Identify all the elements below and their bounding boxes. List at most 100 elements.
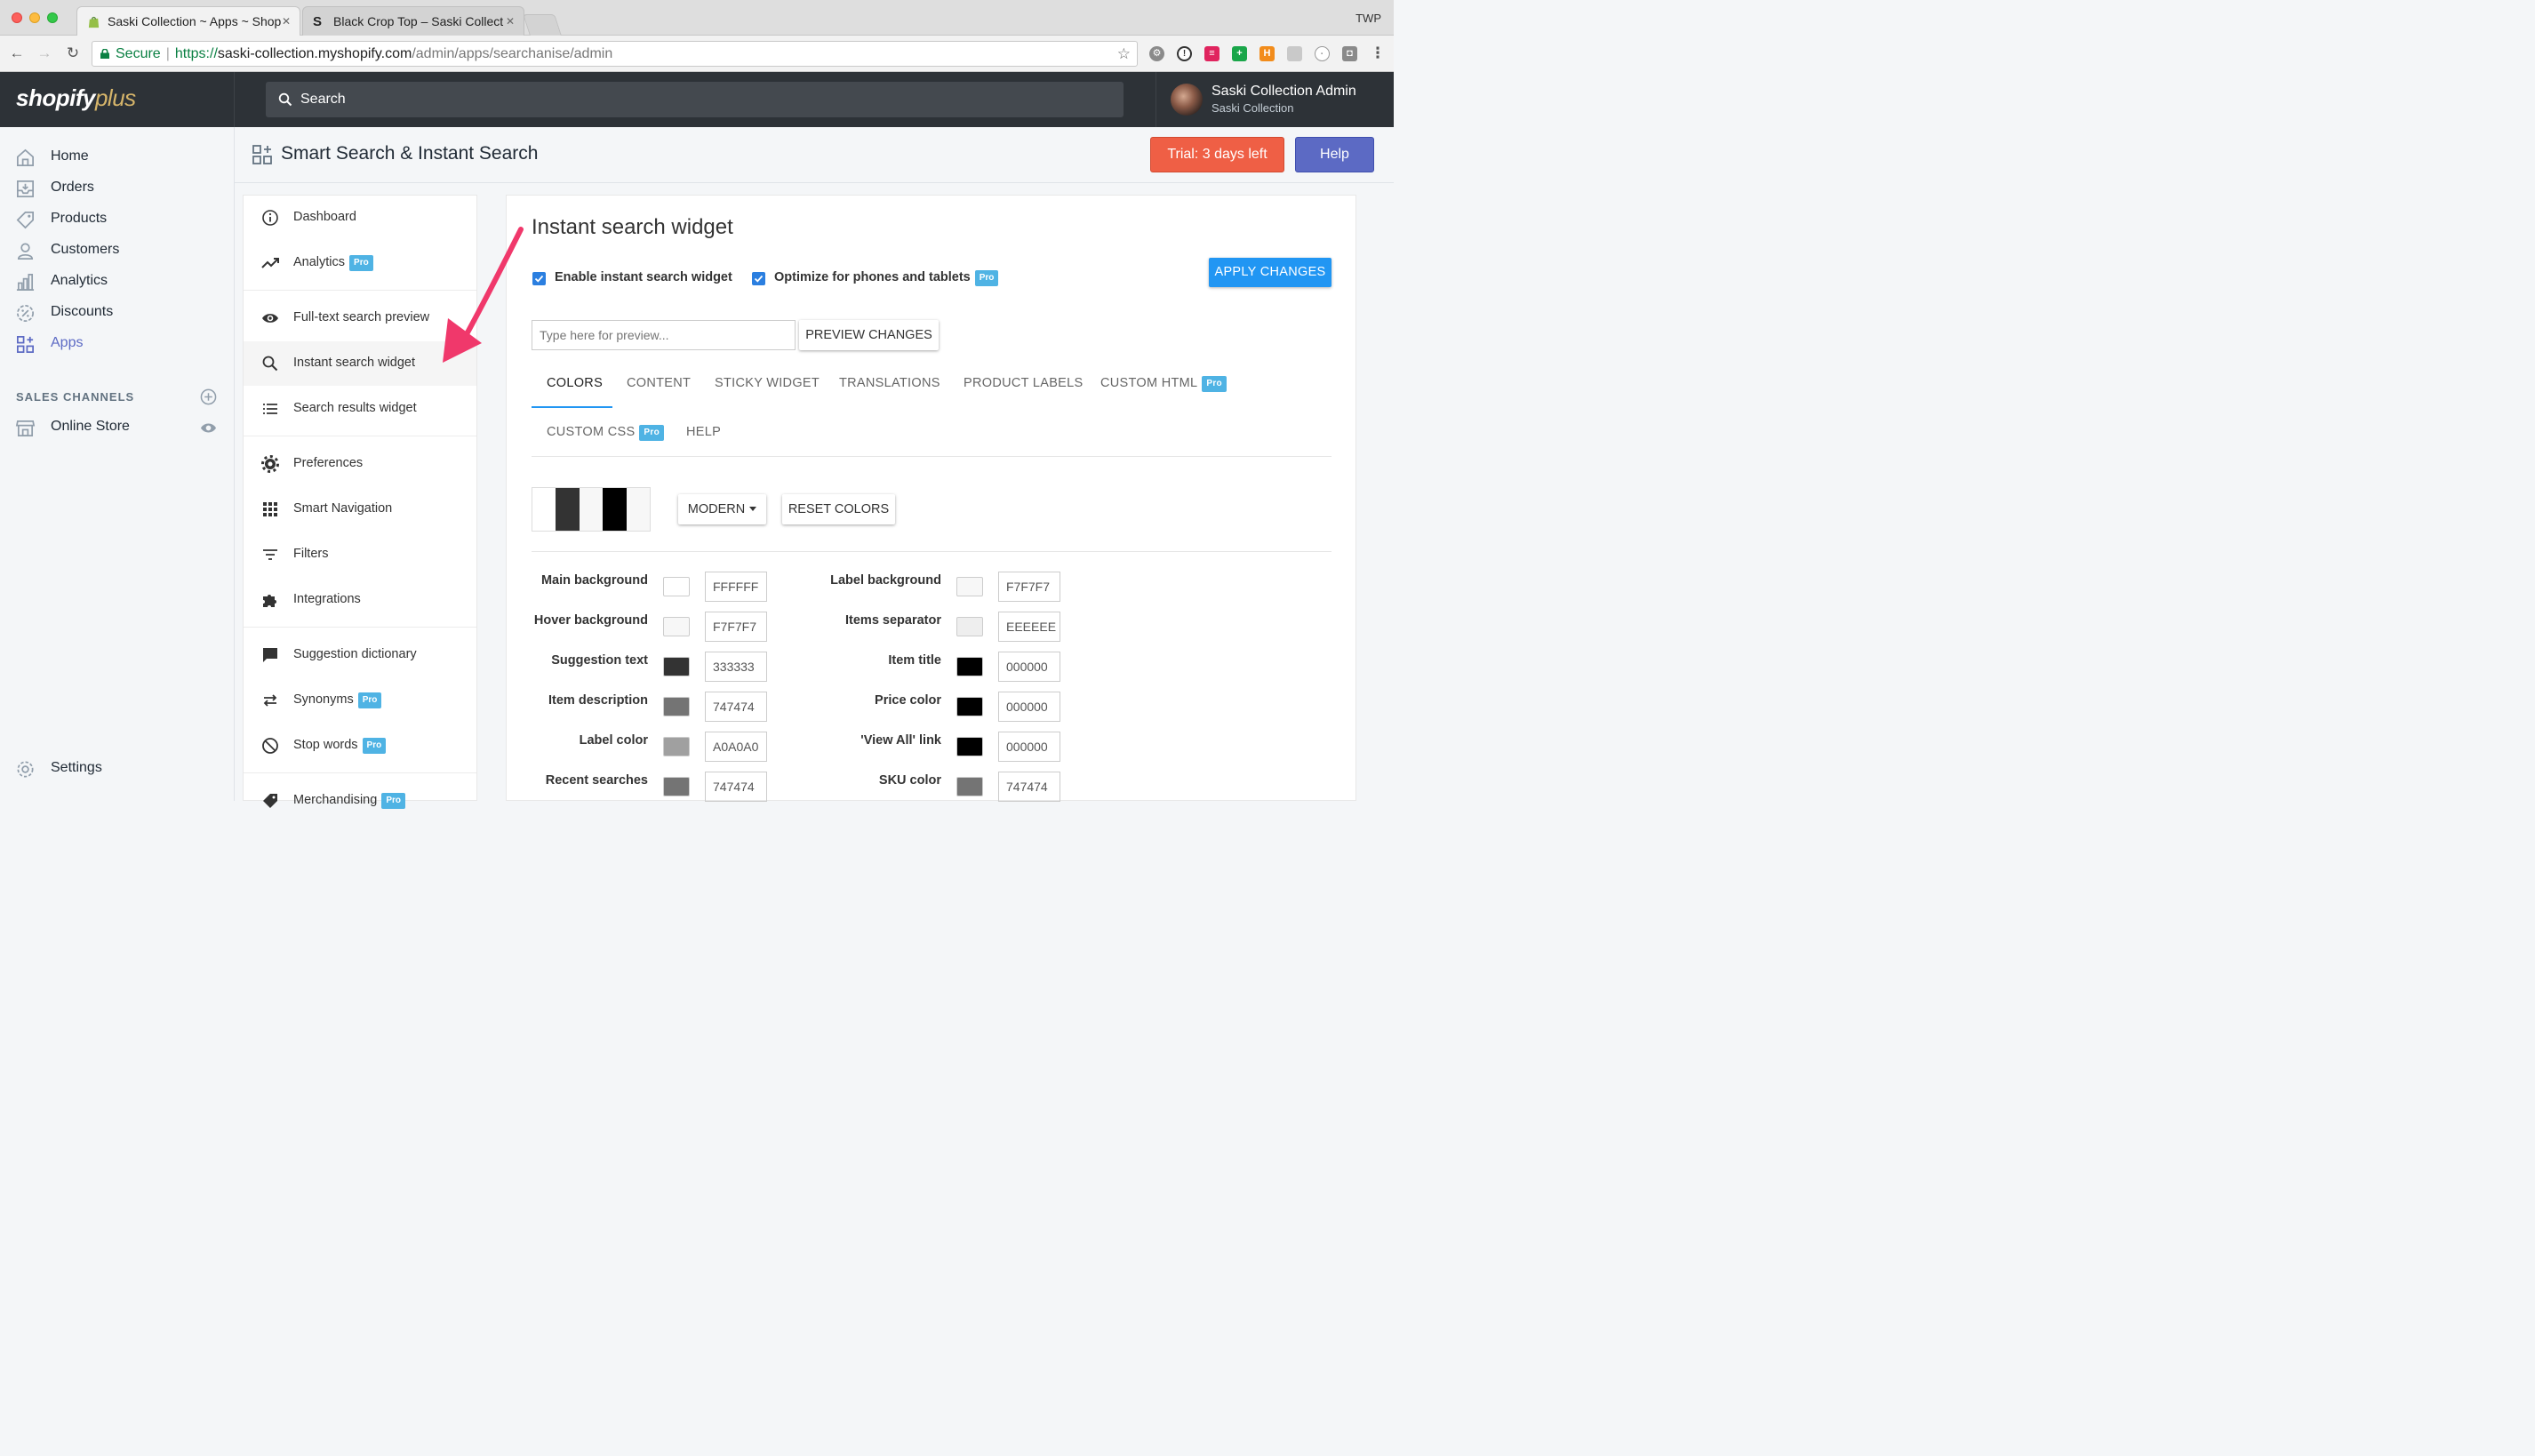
color-hex-input-price-color[interactable]: 000000 bbox=[998, 692, 1060, 722]
color-swatch-item-description[interactable] bbox=[663, 697, 690, 716]
color-hex-input-sku-color[interactable]: 747474 bbox=[998, 772, 1060, 802]
bookmark-star-icon[interactable]: ☆ bbox=[1117, 42, 1131, 66]
sidebar-item-apps[interactable]: Apps bbox=[0, 329, 234, 360]
browser-tab[interactable]: S Black Crop Top – Saski Collect ✕ bbox=[302, 6, 524, 36]
color-swatch-items-separator[interactable] bbox=[956, 617, 983, 636]
color-hex-input-items-separator[interactable]: EEEEEE bbox=[998, 612, 1060, 642]
lock-icon bbox=[100, 49, 109, 59]
extension-h-icon[interactable]: H bbox=[1260, 46, 1275, 61]
color-swatch-view-all-link[interactable] bbox=[956, 737, 983, 756]
app-menu-stop-words[interactable]: Stop words Pro bbox=[244, 724, 476, 768]
minimize-window-button[interactable] bbox=[29, 12, 40, 23]
color-hex-input-main-background[interactable]: FFFFFF bbox=[705, 572, 767, 602]
color-swatch-sku-color[interactable] bbox=[956, 777, 983, 796]
add-sales-channel-icon[interactable] bbox=[200, 388, 217, 405]
tab-custom-html[interactable]: CUSTOM HTML Pro bbox=[1100, 376, 1227, 392]
profile-label[interactable]: TWP bbox=[1355, 12, 1381, 25]
checkmark-icon bbox=[754, 275, 764, 283]
sidebar-item-settings[interactable]: Settings bbox=[0, 754, 234, 785]
admin-top-bar: shopifyplus Search Saski Collection Admi… bbox=[0, 72, 1394, 127]
color-swatch-suggestion-text[interactable] bbox=[663, 657, 690, 676]
extension-gear-icon[interactable]: ⚙ bbox=[1149, 46, 1164, 61]
preview-input[interactable] bbox=[532, 320, 796, 350]
color-hex-input-item-description[interactable]: 747474 bbox=[705, 692, 767, 722]
color-swatch-label-color[interactable] bbox=[663, 737, 690, 756]
app-menu-integrations[interactable]: Integrations bbox=[244, 578, 476, 622]
app-menu-merchandising[interactable]: Merchandising Pro bbox=[244, 779, 476, 823]
gear-icon bbox=[17, 761, 34, 778]
close-tab-icon[interactable]: ✕ bbox=[506, 7, 515, 36]
tab-content[interactable]: CONTENT bbox=[627, 376, 691, 390]
home-icon bbox=[17, 148, 34, 166]
view-store-eye-icon[interactable] bbox=[200, 420, 217, 436]
tab-translations[interactable]: TRANSLATIONS bbox=[839, 376, 940, 390]
close-window-button[interactable] bbox=[12, 12, 22, 23]
sidebar-item-discounts[interactable]: Discounts bbox=[0, 298, 234, 329]
color-hex-input-item-title[interactable]: 000000 bbox=[998, 652, 1060, 682]
extension-1password-icon[interactable]: ! bbox=[1177, 46, 1192, 61]
browser-menu-icon[interactable]: ⋮ bbox=[1369, 44, 1387, 62]
help-button[interactable]: Help bbox=[1295, 137, 1374, 172]
color-hex-input-recent-searches[interactable]: 747474 bbox=[705, 772, 767, 802]
reload-icon[interactable]: ↻ bbox=[64, 44, 82, 62]
grid-icon bbox=[263, 502, 277, 516]
extension-plus-icon[interactable]: + bbox=[1232, 46, 1247, 61]
sidebar-item-online-store[interactable]: Online Store bbox=[0, 412, 234, 444]
shopify-plus-logo[interactable]: shopifyplus bbox=[16, 84, 136, 112]
color-swatch-main-background[interactable] bbox=[663, 577, 690, 596]
admin-search-input[interactable]: Search bbox=[266, 82, 1124, 117]
avatar[interactable] bbox=[1171, 84, 1203, 116]
active-tab-indicator bbox=[532, 406, 612, 408]
app-menu-preferences[interactable]: Preferences bbox=[244, 442, 476, 486]
color-label-view-all-link: 'View All' link bbox=[860, 733, 941, 748]
preview-changes-button[interactable]: PREVIEW CHANGES bbox=[799, 320, 939, 350]
instant-search-widget-card: Instant search widget Enable instant sea… bbox=[506, 195, 1356, 802]
apply-changes-button[interactable]: APPLY CHANGES bbox=[1209, 258, 1331, 287]
enable-widget-label[interactable]: Enable instant search widget bbox=[555, 270, 732, 284]
extension-cast-icon[interactable] bbox=[1287, 46, 1302, 61]
app-menu-filters[interactable]: Filters bbox=[244, 532, 476, 577]
color-hex-input-hover-background[interactable]: F7F7F7 bbox=[705, 612, 767, 642]
extension-pocket-icon[interactable]: ≡ bbox=[1204, 46, 1220, 61]
browser-tab-active[interactable]: Saski Collection ~ Apps ~ Shop ✕ bbox=[76, 6, 300, 36]
sidebar-item-products[interactable]: Products bbox=[0, 204, 234, 236]
color-swatch-price-color[interactable] bbox=[956, 697, 983, 716]
app-menu-synonyms[interactable]: Synonyms Pro bbox=[244, 678, 476, 723]
close-tab-icon[interactable]: ✕ bbox=[282, 7, 291, 36]
optimize-mobile-checkbox[interactable] bbox=[752, 272, 765, 285]
sidebar-item-customers[interactable]: Customers bbox=[0, 236, 234, 267]
tab-help[interactable]: HELP bbox=[686, 425, 721, 439]
color-swatch-hover-background[interactable] bbox=[663, 617, 690, 636]
sidebar-item-home[interactable]: Home bbox=[0, 142, 234, 173]
enable-widget-checkbox[interactable] bbox=[532, 272, 546, 285]
sidebar-item-analytics[interactable]: Analytics bbox=[0, 267, 234, 298]
tab-colors[interactable]: COLORS bbox=[547, 376, 603, 390]
trial-button[interactable]: Trial: 3 days left bbox=[1150, 137, 1284, 172]
sidebar-item-orders[interactable]: Orders bbox=[0, 173, 234, 204]
back-icon[interactable]: ← bbox=[8, 44, 26, 62]
color-hex-input-view-all-link[interactable]: 000000 bbox=[998, 732, 1060, 762]
maximize-window-button[interactable] bbox=[47, 12, 58, 23]
new-tab-button[interactable] bbox=[523, 14, 562, 36]
reset-colors-button[interactable]: RESET COLORS bbox=[782, 494, 895, 524]
app-menu-suggestion-dictionary[interactable]: Suggestion dictionary bbox=[244, 633, 476, 677]
app-menu-smart-navigation[interactable]: Smart Navigation bbox=[244, 487, 476, 532]
extension-code-icon[interactable]: · bbox=[1315, 46, 1330, 61]
app-menu-search-results-widget[interactable]: Search results widget bbox=[244, 387, 476, 431]
tab-product-labels[interactable]: PRODUCT LABELS bbox=[964, 376, 1083, 390]
color-swatch-label-background[interactable] bbox=[956, 577, 983, 596]
color-hex-input-label-color[interactable]: A0A0A0 bbox=[705, 732, 767, 762]
tab-sticky-widget[interactable]: STICKY WIDGET bbox=[715, 376, 820, 390]
color-hex-input-suggestion-text[interactable]: 333333 bbox=[705, 652, 767, 682]
theme-select[interactable]: MODERN bbox=[678, 494, 766, 524]
tab-custom-css[interactable]: CUSTOM CSS Pro bbox=[547, 425, 664, 441]
extension-camera-icon[interactable]: ◘ bbox=[1342, 46, 1357, 61]
color-swatch-recent-searches[interactable] bbox=[663, 777, 690, 796]
color-hex-input-label-background[interactable]: F7F7F7 bbox=[998, 572, 1060, 602]
forward-icon[interactable]: → bbox=[36, 44, 53, 62]
color-swatch-item-title[interactable] bbox=[956, 657, 983, 676]
optimize-mobile-label[interactable]: Optimize for phones and tablets Pro bbox=[774, 270, 999, 286]
user-name[interactable]: Saski Collection Admin bbox=[1212, 84, 1356, 100]
url-field[interactable]: Secure | https://saski-collection.myshopif… bbox=[92, 41, 1138, 67]
sales-channels-heading: SALES CHANNELS bbox=[16, 390, 135, 404]
